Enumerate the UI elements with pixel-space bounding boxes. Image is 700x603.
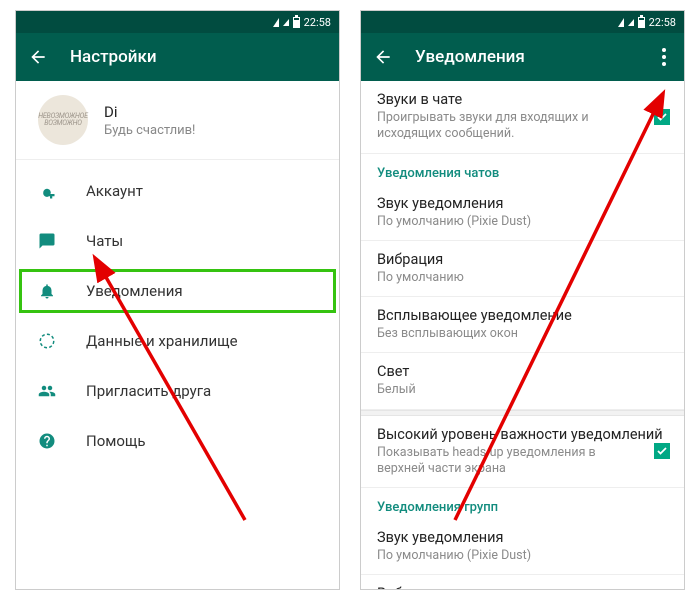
setting-group-sound[interactable]: Звук уведомления По умолчанию (Pixie Dus… [361,519,684,575]
menu-item-help[interactable]: Помощь [16,416,339,466]
menu-item-account[interactable]: Аккаунт [16,166,339,216]
setting-title: Свет [377,363,668,380]
setting-title: Высокий уровень важности уведомлений [377,426,668,443]
checkbox-checked-icon[interactable] [654,109,670,125]
setting-title: Звук уведомления [377,195,668,212]
setting-chat-sounds[interactable]: Звуки в чате Проигрывать звуки для входя… [361,81,684,154]
setting-title: Вибрация [377,585,668,589]
checkbox-checked-icon[interactable] [654,443,670,459]
menu-label: Чаты [86,232,123,250]
clock: 22:58 [649,16,676,29]
page-title: Уведомления [415,47,634,67]
menu-label: Уведомления [86,282,183,300]
settings-menu: Аккаунт Чаты Уведомления Данные и хранил… [16,160,339,472]
setting-sub: Показывать heads-up уведомления в верхне… [377,445,668,478]
menu-label: Данные и хранилище [86,332,238,350]
setting-sub: Без всплывающих окон [377,326,668,342]
phone-left-settings: 22:58 Настройки НЕВОЗМОЖНОЕ ВОЗМОЖНО Di … [15,10,340,590]
signal-icon [618,18,624,27]
setting-sub: По умолчанию (Pixie Dust) [377,548,668,564]
section-header-groups: Уведомления групп [361,488,684,519]
status-bar: 22:58 [16,11,339,33]
menu-label: Пригласить друга [86,382,211,400]
overflow-menu-button[interactable] [654,48,674,66]
bell-icon [36,280,58,302]
app-bar: Уведомления [361,33,684,81]
avatar-text-2: ВОЗМОЖНО [38,120,88,127]
avatar: НЕВОЗМОЖНОЕ ВОЗМОЖНО [38,95,88,145]
status-bar: 22:58 [361,11,684,33]
wifi-icon [628,19,634,26]
menu-item-notifications[interactable]: Уведомления [16,266,339,316]
setting-title: Звук уведомления [377,529,668,546]
setting-high-priority[interactable]: Высокий уровень важности уведомлений Пок… [361,416,684,489]
menu-label: Помощь [86,432,146,450]
setting-title: Звуки в чате [377,91,668,108]
setting-title: Всплывающее уведомление [377,307,668,324]
chat-icon [36,230,58,252]
profile-status: Будь счастлив! [104,123,195,138]
key-icon [36,180,58,202]
setting-vibration[interactable]: Вибрация По умолчанию [361,241,684,297]
clock: 22:58 [304,16,331,29]
back-button[interactable] [371,45,395,69]
menu-item-invite[interactable]: Пригласить друга [16,366,339,416]
setting-light[interactable]: Свет Белый [361,353,684,409]
menu-item-chats[interactable]: Чаты [16,216,339,266]
phone-right-notifications: 22:58 Уведомления Звуки в чате Проигрыва… [360,10,685,590]
profile-text: Di Будь счастлив! [104,103,195,138]
setting-popup[interactable]: Всплывающее уведомление Без всплывающих … [361,297,684,353]
battery-icon [638,17,645,28]
wifi-icon [283,19,289,26]
signal-icon [273,18,279,27]
people-icon [36,380,58,402]
back-button[interactable] [26,45,50,69]
setting-title: Вибрация [377,251,668,268]
battery-icon [293,17,300,28]
setting-sub: По умолчанию [377,270,668,286]
app-bar: Настройки [16,33,339,81]
profile-row[interactable]: НЕВОЗМОЖНОЕ ВОЗМОЖНО Di Будь счастлив! [16,81,339,160]
help-icon [36,430,58,452]
data-icon [36,330,58,352]
setting-sub: По умолчанию (Pixie Dust) [377,214,668,230]
profile-name: Di [104,103,195,121]
setting-sub: Проигрывать звуки для входящих и исходящ… [377,110,668,143]
menu-item-data[interactable]: Данные и хранилище [16,316,339,366]
section-header-chats: Уведомления чатов [361,154,684,185]
menu-label: Аккаунт [86,182,143,200]
settings-list: Звуки в чате Проигрывать звуки для входя… [361,81,684,589]
setting-sub: Белый [377,382,668,398]
setting-group-vibration[interactable]: Вибрация По умолчанию [361,575,684,589]
page-title: Настройки [70,47,329,67]
setting-notification-sound[interactable]: Звук уведомления По умолчанию (Pixie Dus… [361,185,684,241]
